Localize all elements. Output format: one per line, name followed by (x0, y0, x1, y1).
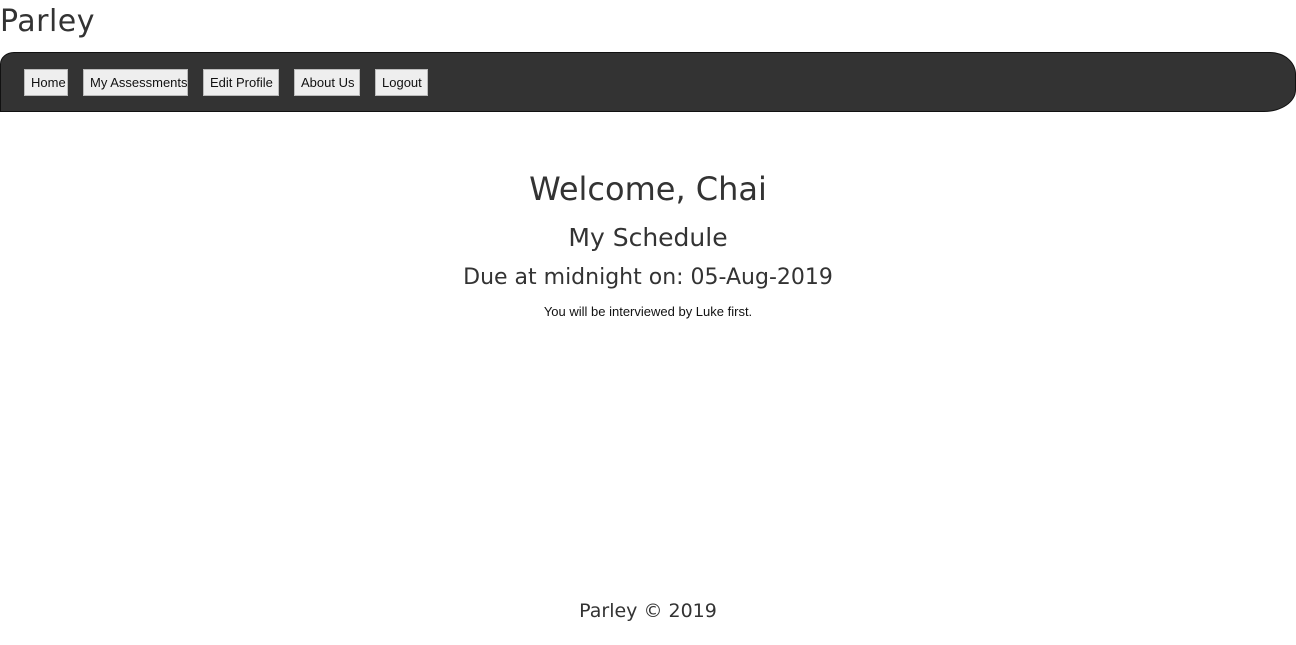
footer-copyright: Parley © 2019 (579, 600, 717, 622)
welcome-heading: Welcome, Chai (529, 170, 767, 208)
interviewer-note: You will be interviewed by Luke first. (543, 304, 753, 319)
nav-home-button[interactable]: Home (24, 69, 68, 96)
nav-my-assessments-button[interactable]: My Assessments (83, 69, 188, 96)
nav-logout-button[interactable]: Logout (375, 69, 428, 96)
navbar: Home My Assessments Edit Profile About U… (0, 52, 1296, 112)
schedule-heading: My Schedule (568, 223, 728, 252)
nav-edit-profile-button[interactable]: Edit Profile (203, 69, 279, 96)
site-title: Parley (0, 4, 96, 39)
nav-about-us-button[interactable]: About Us (294, 69, 360, 96)
due-date-heading: Due at midnight on: 05-Aug-2019 (463, 265, 833, 290)
